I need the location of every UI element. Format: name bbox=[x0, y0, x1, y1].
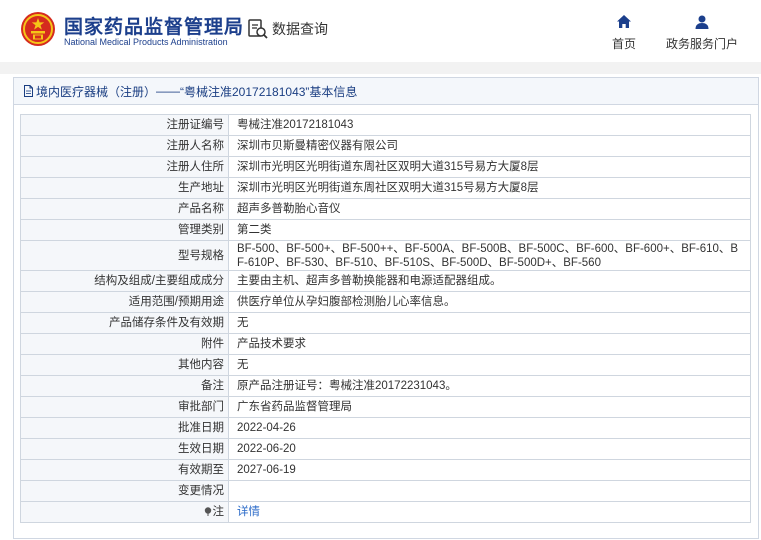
table-row: 管理类别 第二类 bbox=[20, 219, 751, 241]
site-subtitle: National Medical Products Administration bbox=[64, 37, 228, 47]
table-row: 审批部门 广东省药品监督管理局 bbox=[20, 396, 751, 418]
table-row: 附件 产品技术要求 bbox=[20, 333, 751, 355]
page-title: “粤械注准20172181043”基本信息 bbox=[180, 84, 358, 99]
table-row: 备注 原产品注册证号：粤械注准20172231043。 bbox=[20, 375, 751, 397]
field-label: 型号规格 bbox=[20, 240, 229, 271]
field-value: BF-500、BF-500+、BF-500++、BF-500A、BF-500B、… bbox=[228, 240, 751, 271]
field-value: 粤械注准20172181043 bbox=[228, 114, 751, 136]
field-label: 生效日期 bbox=[20, 438, 229, 460]
nav-home-label: 首页 bbox=[612, 37, 637, 51]
pin-icon bbox=[204, 507, 211, 516]
field-label: 有效期至 bbox=[20, 459, 229, 481]
field-label: 注册证编号 bbox=[20, 114, 229, 136]
field-value: 无 bbox=[228, 354, 751, 376]
field-value: 无 bbox=[228, 312, 751, 334]
note-value-cell: 详情 bbox=[228, 501, 751, 523]
field-value bbox=[228, 480, 751, 502]
field-value: 超声多普勒胎心音仪 bbox=[228, 198, 751, 220]
table-row: 产品名称 超声多普勒胎心音仪 bbox=[20, 198, 751, 220]
field-value: 主要由主机、超声多普勒换能器和电源适配器组成。 bbox=[228, 270, 751, 292]
site-title: 国家药品监督管理局 bbox=[64, 17, 245, 38]
table-row: 生效日期 2022-06-20 bbox=[20, 438, 751, 460]
field-value: 深圳市贝斯曼精密仪器有限公司 bbox=[228, 135, 751, 157]
field-label: 结构及组成/主要组成成分 bbox=[20, 270, 229, 292]
field-label: 适用范围/预期用途 bbox=[20, 291, 229, 313]
table-row: 适用范围/预期用途 供医疗单位从孕妇腹部检测胎儿心率信息。 bbox=[20, 291, 751, 313]
table-row-note: 注 详情 bbox=[20, 501, 751, 523]
breadcrumb-separator: —— bbox=[156, 84, 181, 98]
national-emblem-icon bbox=[21, 12, 55, 46]
field-label: 产品名称 bbox=[20, 198, 229, 220]
note-label: 注 bbox=[212, 506, 225, 518]
field-value: 第二类 bbox=[228, 219, 751, 241]
field-value: 2022-06-20 bbox=[228, 438, 751, 460]
site-header: 国家药品监督管理局 National Medical Products Admi… bbox=[0, 0, 761, 62]
table-row: 产品储存条件及有效期无 bbox=[20, 312, 751, 334]
breadcrumb: 境内医疗器械（注册） —— “粤械注准20172181043”基本信息 bbox=[14, 78, 758, 105]
table-row: 批准日期 2022-04-26 bbox=[20, 417, 751, 439]
user-icon bbox=[695, 15, 709, 29]
field-label: 备注 bbox=[20, 375, 229, 397]
field-label: 注册人名称 bbox=[20, 135, 229, 157]
field-value: 2027-06-19 bbox=[228, 459, 751, 481]
header-divider bbox=[0, 62, 761, 74]
field-label: 其他内容 bbox=[20, 354, 229, 376]
field-label: 管理类别 bbox=[20, 219, 229, 241]
field-label: 注册人住所 bbox=[20, 156, 229, 178]
field-value: 产品技术要求 bbox=[228, 333, 751, 355]
data-query-label: 数据查询 bbox=[272, 21, 328, 37]
field-label: 产品储存条件及有效期 bbox=[20, 312, 229, 334]
breadcrumb-category-link[interactable]: 境内医疗器械（注册） bbox=[36, 83, 156, 100]
document-icon bbox=[24, 85, 33, 97]
nav-services-portal[interactable]: 政务服务门户 bbox=[666, 14, 738, 52]
note-label-cell: 注 bbox=[20, 501, 229, 523]
table-row: 结构及组成/主要组成成分 主要由主机、超声多普勒换能器和电源适配器组成。 bbox=[20, 270, 751, 292]
field-value: 深圳市光明区光明街道东周社区双明大道315号易方大厦8层 bbox=[228, 177, 751, 199]
field-label: 生产地址 bbox=[20, 177, 229, 199]
field-label: 批准日期 bbox=[20, 417, 229, 439]
table-row: 其他内容无 bbox=[20, 354, 751, 376]
field-label: 附件 bbox=[20, 333, 229, 355]
table-row: 注册证编号 粤械注准20172181043 bbox=[20, 114, 751, 136]
table-row: 注册人名称 深圳市贝斯曼精密仪器有限公司 bbox=[20, 135, 751, 157]
field-label: 审批部门 bbox=[20, 396, 229, 418]
field-value: 原产品注册证号：粤械注准20172231043。 bbox=[228, 375, 751, 397]
field-value: 广东省药品监督管理局 bbox=[228, 396, 751, 418]
field-label: 变更情况 bbox=[20, 480, 229, 502]
field-value: 2022-04-26 bbox=[228, 417, 751, 439]
table-row: 注册人住所 深圳市光明区光明街道东周社区双明大道315号易方大厦8层 bbox=[20, 156, 751, 178]
field-value: 深圳市光明区光明街道东周社区双明大道315号易方大厦8层 bbox=[228, 156, 751, 178]
nav-home[interactable]: 首页 bbox=[612, 14, 636, 52]
nav-services-label: 政务服务门户 bbox=[666, 37, 739, 51]
data-query-icon bbox=[248, 19, 268, 39]
table-row: 生产地址 深圳市光明区光明街道东周社区双明大道315号易方大厦8层 bbox=[20, 177, 751, 199]
field-value: 供医疗单位从孕妇腹部检测胎儿心率信息。 bbox=[228, 291, 751, 313]
table-row: 变更情况 bbox=[20, 480, 751, 502]
home-icon bbox=[617, 15, 631, 28]
registration-info-table: 注册证编号 粤械注准20172181043 注册人名称 深圳市贝斯曼精密仪器有限公司注… bbox=[20, 114, 751, 523]
table-row: 有效期至 2027-06-19 bbox=[20, 459, 751, 481]
data-query-link[interactable]: 数据查询 bbox=[247, 16, 328, 42]
table-row: 型号规格 BF-500、BF-500+、BF-500++、BF-500A、BF-5… bbox=[20, 240, 751, 271]
details-link[interactable]: 详情 bbox=[237, 506, 260, 518]
detail-panel: 境内医疗器械（注册） —— “粤械注准20172181043”基本信息 注册证编… bbox=[13, 77, 759, 539]
